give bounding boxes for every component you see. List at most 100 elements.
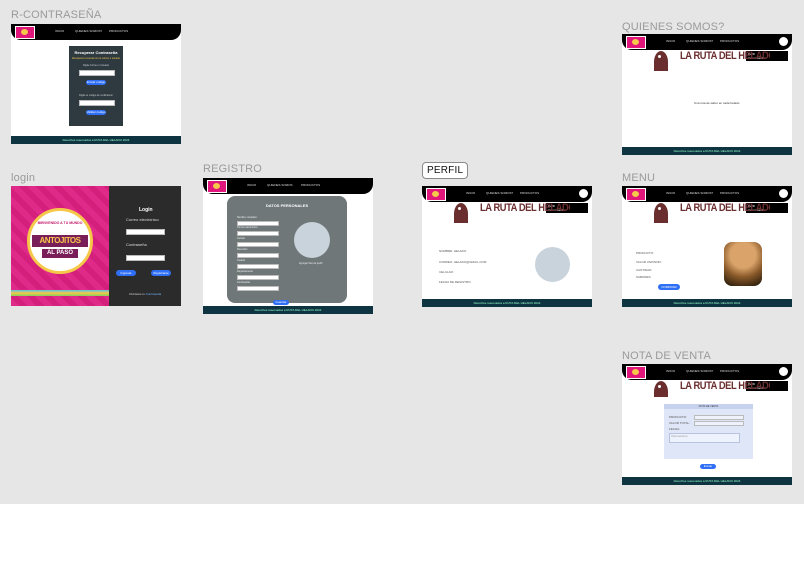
- nav-link-inicio[interactable]: INICIO: [666, 191, 675, 195]
- frame-login[interactable]: BIENVENIDO A TU MUNDO ANTOJITOS AL PASO …: [11, 186, 181, 306]
- ice-cream-cone-icon: [454, 203, 468, 223]
- frame-rcontrasena[interactable]: INICIO QUIENES SOMOS? PRODUCTOS Recupera…: [11, 24, 181, 144]
- password-input[interactable]: [126, 255, 165, 261]
- frame-menu[interactable]: INICIO QUIENES SOMOS? PRODUCTOS Perfil C…: [622, 186, 792, 307]
- direccion-input[interactable]: [237, 253, 279, 258]
- nav-link-quienes[interactable]: QUIENES SOMOS: [267, 183, 293, 187]
- login-hero: BIENVENIDO A TU MUNDO ANTOJITOS AL PASO: [11, 186, 109, 306]
- valor-field[interactable]: [694, 421, 744, 426]
- frame-label-login[interactable]: login: [11, 172, 35, 184]
- recovery-text: Recupera tu cuenta con tu correo o usuar…: [71, 57, 121, 60]
- nav-link-productos[interactable]: PRODUCTOS: [301, 183, 320, 187]
- brand-logo[interactable]: [426, 188, 446, 201]
- brand-logo[interactable]: [626, 36, 646, 49]
- nav-link-inicio[interactable]: INICIO: [466, 191, 475, 195]
- login-title: Login: [139, 207, 153, 213]
- nav-link-quienes[interactable]: QUIENES SOMOS?: [686, 191, 713, 195]
- celular-input[interactable]: [237, 242, 279, 247]
- navbar: INICIO QUIENES SOMOS? PRODUCTOS: [422, 186, 592, 202]
- frame-registro[interactable]: INICIO QUIENES SOMOS PRODUCTOS DATOS PER…: [203, 178, 373, 314]
- profile-photo-placeholder[interactable]: [294, 222, 330, 258]
- nav-link-quienes[interactable]: QUIENES SOMOS?: [486, 191, 513, 195]
- registro-title: DATOS PERSONALES: [265, 203, 309, 208]
- photo-label: Agregar foto de perfil: [299, 262, 323, 265]
- recovery-title: Recuperar Contraseña: [74, 50, 118, 55]
- brand-logo[interactable]: [207, 180, 227, 193]
- nav-link-inicio[interactable]: INICIO: [666, 369, 675, 373]
- navbar: INICIO QUIENES SOMOS PRODUCTOS: [203, 178, 373, 194]
- frame-quienes[interactable]: INICIO QUIENES SOMOS? PRODUCTOS Perfil C…: [622, 34, 792, 155]
- field1-label: Digite Correo o Usuario: [82, 64, 110, 67]
- save-button[interactable]: Guardar: [273, 300, 289, 305]
- field-label-nombre: Nombre completo: [237, 216, 257, 219]
- antojitos-logo: BIENVENIDO A TU MUNDO ANTOJITOS AL PASO: [27, 208, 93, 274]
- register-button[interactable]: Registrarse: [151, 270, 171, 276]
- validate-code-button[interactable]: Validar codigo: [86, 110, 106, 115]
- hero-stripe: [11, 290, 109, 296]
- field-label-celular: Celular: [237, 237, 245, 240]
- verification-code-input[interactable]: [79, 100, 115, 106]
- nav-link-productos[interactable]: PRODUCTOS: [720, 191, 739, 195]
- email-input[interactable]: [126, 229, 165, 235]
- frame-perfil[interactable]: INICIO QUIENES SOMOS? PRODUCTOS Perfil C…: [422, 186, 592, 307]
- profile-celular: CELULAR:: [439, 270, 454, 274]
- sale-row-valor: VALOR TOTAL:: [669, 421, 690, 425]
- banner-text: LA RUTA DEL HELADO: [680, 203, 770, 214]
- password-label: Contraseña: [126, 242, 147, 247]
- logo-sub-text: AL PASO: [42, 249, 78, 258]
- observations-textarea[interactable]: Observaciones: [669, 433, 740, 443]
- nav-link-inicio[interactable]: INICIO: [247, 183, 256, 187]
- producto-field[interactable]: [694, 415, 744, 420]
- profile-fecha: FECHA DE REGISTRO:: [439, 280, 472, 284]
- footer: Derechos reservados a RUTA DEL HELADO 20…: [622, 477, 792, 485]
- nav-link-productos[interactable]: PRODUCTOS: [520, 191, 539, 195]
- nav-link-quienes[interactable]: QUIENES SOMOS?: [686, 39, 713, 43]
- send-code-button[interactable]: Enviar codigo: [86, 80, 106, 85]
- nav-link-productos[interactable]: PRODUCTOS: [720, 39, 739, 43]
- user-avatar-icon[interactable]: [779, 189, 788, 198]
- user-avatar-icon[interactable]: [579, 189, 588, 198]
- nav-link-inicio[interactable]: INICIO: [666, 39, 675, 43]
- login-button[interactable]: Ingresar: [116, 270, 136, 276]
- frame-nota[interactable]: INICIO QUIENES SOMOS? PRODUCTOS Perfil C…: [622, 364, 792, 485]
- about-text: Una ruta de sabor en cada helado: [694, 101, 740, 105]
- brand-banner: LA RUTA DEL HELADO: [650, 51, 770, 71]
- footer: Derechos reservados a RUTA DEL HELADO 20…: [622, 147, 792, 155]
- product-unit-price: VALOR UNITARIO:: [636, 260, 662, 264]
- nav-link-inicio[interactable]: INICIO: [55, 29, 64, 33]
- departamento-select[interactable]: [237, 275, 279, 280]
- frame-label-perfil[interactable]: PERFIL: [422, 162, 469, 179]
- banner-text: LA RUTA DEL HELADO: [680, 51, 770, 62]
- ice-cream-cone-icon: [654, 381, 668, 397]
- navbar: INICIO QUIENES SOMOS? PRODUCTOS: [622, 186, 792, 202]
- nav-link-quienes[interactable]: QUIENES SOMOS?: [75, 29, 102, 33]
- frame-label-registro[interactable]: REGISTRO: [203, 163, 262, 175]
- nav-link-quienes[interactable]: QUIENES SOMOS?: [686, 369, 713, 373]
- buy-button[interactable]: COMPRAR: [658, 284, 680, 290]
- brand-logo[interactable]: [626, 366, 646, 379]
- field-label-correo: Correo electrónico: [237, 226, 258, 229]
- profile-photo[interactable]: [535, 247, 570, 282]
- frame-label-quienes[interactable]: QUIENES SOMOS?: [622, 21, 724, 33]
- brand-logo[interactable]: [15, 26, 35, 39]
- brand-logo[interactable]: [626, 188, 646, 201]
- sale-note-title: NOTA DE VENTA: [664, 404, 753, 409]
- frame-label-nota[interactable]: NOTA DE VENTA: [622, 350, 711, 362]
- user-avatar-icon[interactable]: [779, 367, 788, 376]
- nav-link-productos[interactable]: PRODUCTOS: [109, 29, 128, 33]
- sale-row-producto: PRODUCTO:: [669, 415, 687, 419]
- email-label: Correo electrónico: [126, 217, 159, 222]
- nav-link-productos[interactable]: PRODUCTOS: [720, 369, 739, 373]
- correo-input[interactable]: [237, 231, 279, 236]
- product-name: PRODUCTO:: [636, 251, 654, 255]
- user-avatar-icon[interactable]: [779, 37, 788, 46]
- ciudad-input[interactable]: [237, 264, 279, 269]
- product-flavors: SABORES:: [636, 275, 652, 279]
- forgot-password-link[interactable]: Contraseña: [146, 292, 162, 296]
- field2-label: Digite el codigo de verificacion: [79, 94, 113, 97]
- contrasena-input[interactable]: [237, 286, 279, 291]
- email-or-user-input[interactable]: [79, 70, 115, 76]
- send-button[interactable]: Enviar: [700, 464, 716, 469]
- frame-label-menu[interactable]: MENU: [622, 172, 655, 184]
- frame-label-rcontrasena[interactable]: R-CONTRASEÑA: [11, 9, 101, 21]
